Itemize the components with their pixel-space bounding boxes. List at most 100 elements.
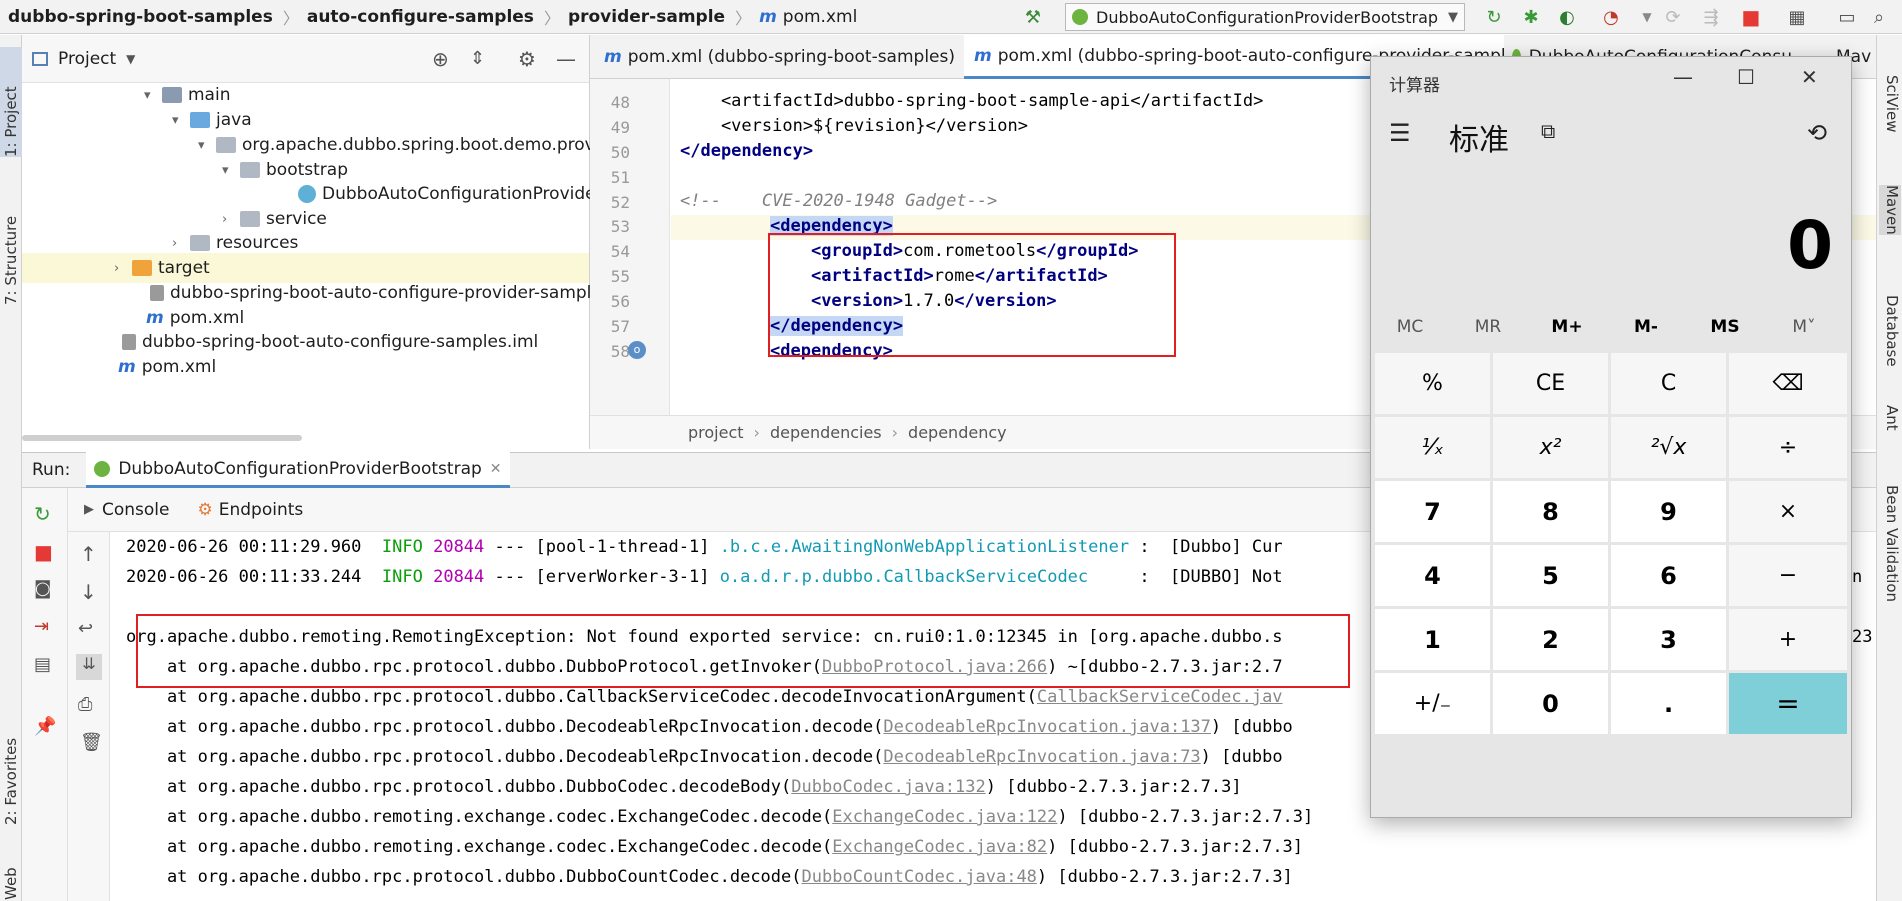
digit-4-button[interactable]: 4: [1375, 545, 1490, 606]
tab-pom-samples[interactable]: m pom.xml (dubbo-spring-boot-samples) ✕: [594, 35, 987, 79]
tool-window-bean-validation[interactable]: Bean Validation: [1879, 485, 1901, 602]
camera-icon[interactable]: ◙: [34, 578, 51, 599]
tree-item-bootstrap-class[interactable]: DubboAutoConfigurationProviderB: [298, 179, 614, 209]
stop-icon[interactable]: ■: [34, 540, 53, 564]
minimize-button[interactable]: —: [1673, 65, 1693, 89]
tab-run-config[interactable]: DubboAutoConfigurationProviderBootstrap …: [86, 452, 510, 488]
add-button[interactable]: +: [1729, 609, 1847, 670]
horizontal-scrollbar[interactable]: [22, 435, 302, 441]
crumb-dependencies[interactable]: dependencies: [770, 423, 882, 442]
calculator-mode: 标准: [1449, 123, 1509, 158]
clear-button[interactable]: C: [1611, 353, 1726, 414]
run-configuration-select[interactable]: DubboAutoConfigurationProviderBootstrap …: [1065, 3, 1465, 31]
percent-button[interactable]: %: [1375, 353, 1490, 414]
profile-dropdown-icon[interactable]: ▼: [1636, 6, 1658, 28]
source-link[interactable]: DubboCodec.java:132: [791, 777, 985, 797]
attach-icon[interactable]: ⟳: [1662, 6, 1684, 28]
negate-button[interactable]: +/₋: [1375, 673, 1490, 734]
keep-on-top-icon[interactable]: ⧉: [1541, 119, 1555, 143]
source-link[interactable]: DubboCountCodec.java:48: [802, 867, 1037, 887]
clear-entry-button[interactable]: CE: [1493, 353, 1608, 414]
memory-subtract-button[interactable]: M-: [1607, 317, 1685, 337]
source-link[interactable]: CallbackServiceCodec.jav: [1037, 687, 1283, 707]
tool-window-ant[interactable]: Ant: [1879, 405, 1901, 431]
rerun-icon[interactable]: ↻: [34, 502, 51, 526]
minimize-icon[interactable]: —: [556, 47, 576, 71]
project-view-title[interactable]: Project: [58, 49, 116, 69]
divide-button[interactable]: ÷: [1729, 417, 1847, 478]
source-link[interactable]: DecodeableRpcInvocation.java:137: [883, 717, 1211, 737]
memory-list-button: M˅: [1792, 317, 1816, 337]
trash-icon[interactable]: 🗑: [80, 732, 103, 753]
collapse-all-icon[interactable]: ⇕: [470, 48, 485, 69]
tool-window-structure[interactable]: 7: Structure: [0, 175, 22, 305]
layout-icon[interactable]: ▤: [34, 654, 51, 675]
square-button[interactable]: x²: [1493, 417, 1608, 478]
breadcrumb-item-provider[interactable]: provider-sample: [568, 7, 725, 27]
tool-window-project[interactable]: 1: Project: [0, 47, 22, 157]
locate-icon[interactable]: ⊕: [432, 47, 449, 71]
chevron-down-icon[interactable]: ▼: [126, 52, 135, 66]
maven-override-icon[interactable]: o: [628, 341, 646, 359]
project-structure-icon[interactable]: ▦: [1786, 6, 1808, 28]
digit-7-button[interactable]: 7: [1375, 481, 1490, 542]
tab-console[interactable]: ▶ Console: [84, 500, 170, 520]
memory-add-button[interactable]: M+: [1528, 317, 1606, 337]
breadcrumb-item-pom[interactable]: pom.xml: [783, 7, 858, 27]
pin-icon[interactable]: 📌: [34, 716, 56, 737]
stop-icon[interactable]: ■: [1740, 5, 1762, 29]
source-link[interactable]: ExchangeCodec.java:82: [832, 837, 1047, 857]
reciprocal-button[interactable]: ¹⁄ₓ: [1375, 417, 1490, 478]
breadcrumb-item-auto-configure[interactable]: auto-configure-samples: [307, 7, 534, 27]
coverage-icon[interactable]: ◐: [1556, 6, 1578, 28]
equals-button[interactable]: =: [1729, 673, 1847, 734]
soft-wrap-icon[interactable]: ↩: [78, 618, 93, 639]
digit-0-button[interactable]: 0: [1493, 673, 1608, 734]
profile-icon[interactable]: ◔: [1600, 6, 1622, 28]
tool-window-web[interactable]: Web: [0, 850, 22, 900]
source-link[interactable]: ExchangeCodec.java:122: [832, 807, 1057, 827]
tab-endpoints[interactable]: ⚙ Endpoints: [198, 500, 304, 520]
gear-icon[interactable]: ⚙: [518, 47, 536, 71]
up-arrow-icon[interactable]: ↑: [80, 542, 97, 566]
digit-2-button[interactable]: 2: [1493, 609, 1608, 670]
endpoints-icon: ⚙: [197, 499, 213, 520]
breadcrumb-item-samples[interactable]: dubbo-spring-boot-samples: [8, 7, 273, 27]
digit-6-button[interactable]: 6: [1611, 545, 1726, 606]
memory-store-button[interactable]: MS: [1686, 317, 1764, 337]
rerun-icon[interactable]: ↻: [1483, 6, 1505, 28]
close-button[interactable]: ✕: [1801, 65, 1818, 89]
subtract-button[interactable]: −: [1729, 545, 1847, 606]
tool-window-maven[interactable]: Maven: [1879, 185, 1901, 235]
tool-window-database[interactable]: Database: [1879, 295, 1901, 367]
tool-window-favorites[interactable]: 2: Favorites: [0, 695, 22, 825]
scroll-to-end-icon[interactable]: ⇊: [76, 654, 102, 680]
source-link[interactable]: DecodeableRpcInvocation.java:73: [883, 747, 1200, 767]
hamburger-menu-icon[interactable]: ☰: [1389, 119, 1411, 147]
digit-8-button[interactable]: 8: [1493, 481, 1608, 542]
crumb-dependency[interactable]: dependency: [908, 423, 1007, 442]
square-root-button[interactable]: ²√x: [1611, 417, 1726, 478]
search-everywhere-icon[interactable]: ⌕: [1868, 6, 1890, 28]
crumb-project[interactable]: project: [688, 423, 744, 442]
step-icon[interactable]: ⇶: [1700, 6, 1722, 28]
print-icon[interactable]: ⎙: [78, 694, 92, 715]
tree-item-samples-pom[interactable]: m pom.xml: [118, 352, 216, 382]
digit-3-button[interactable]: 3: [1611, 609, 1726, 670]
history-icon[interactable]: ⟲: [1807, 119, 1827, 147]
log-line: 2020-06-26 00:11:29.960 INFO 20844 --- […: [126, 537, 1283, 557]
backspace-button[interactable]: ⌫: [1729, 353, 1847, 414]
debug-icon[interactable]: ✱: [1520, 6, 1542, 28]
exit-icon[interactable]: ⇥: [34, 616, 49, 637]
build-hammer-icon[interactable]: ⚒: [1022, 6, 1044, 28]
tool-window-sciview[interactable]: SciView: [1879, 75, 1901, 133]
decimal-button[interactable]: .: [1611, 673, 1726, 734]
maximize-button[interactable]: ☐: [1737, 65, 1755, 89]
close-icon[interactable]: ✕: [490, 461, 502, 477]
down-arrow-icon[interactable]: ↓: [80, 580, 97, 604]
terminal-icon[interactable]: ▭: [1836, 6, 1858, 28]
multiply-button[interactable]: ×: [1729, 481, 1847, 542]
digit-9-button[interactable]: 9: [1611, 481, 1726, 542]
digit-5-button[interactable]: 5: [1493, 545, 1608, 606]
digit-1-button[interactable]: 1: [1375, 609, 1490, 670]
